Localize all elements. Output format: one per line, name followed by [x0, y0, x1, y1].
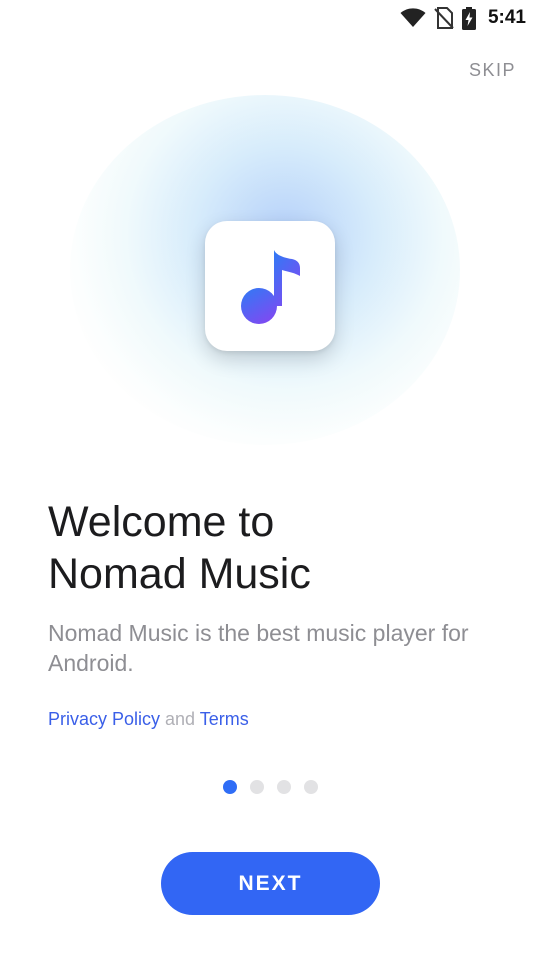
welcome-title: Welcome to Nomad Music	[48, 496, 508, 600]
page-dot	[249, 780, 264, 794]
welcome-description: Nomad Music is the best music player for…	[48, 620, 469, 676]
title-line-2: Nomad Music	[48, 550, 311, 598]
page-indicator	[0, 780, 540, 794]
status-bar: 5:41	[0, 0, 540, 36]
privacy-policy-link[interactable]: Privacy Policy	[48, 709, 160, 729]
page-dot	[276, 780, 291, 794]
legal-links: Privacy Policy and Terms	[48, 707, 249, 731]
page-dot	[303, 780, 318, 794]
wifi-icon	[400, 8, 426, 27]
status-icons: 5:41	[400, 6, 526, 30]
no-sim-icon	[434, 7, 454, 29]
page-dot	[222, 780, 237, 794]
music-note-icon	[241, 250, 300, 324]
title-line-1: Welcome to	[48, 498, 275, 546]
skip-button[interactable]: SKIP	[469, 60, 516, 81]
battery-charging-icon	[461, 6, 476, 30]
next-button[interactable]: NEXT	[161, 852, 380, 915]
app-icon-tile	[205, 221, 335, 351]
status-time: 5:41	[487, 7, 526, 28]
terms-link[interactable]: Terms	[200, 709, 249, 729]
legal-and-text: and	[160, 709, 200, 729]
